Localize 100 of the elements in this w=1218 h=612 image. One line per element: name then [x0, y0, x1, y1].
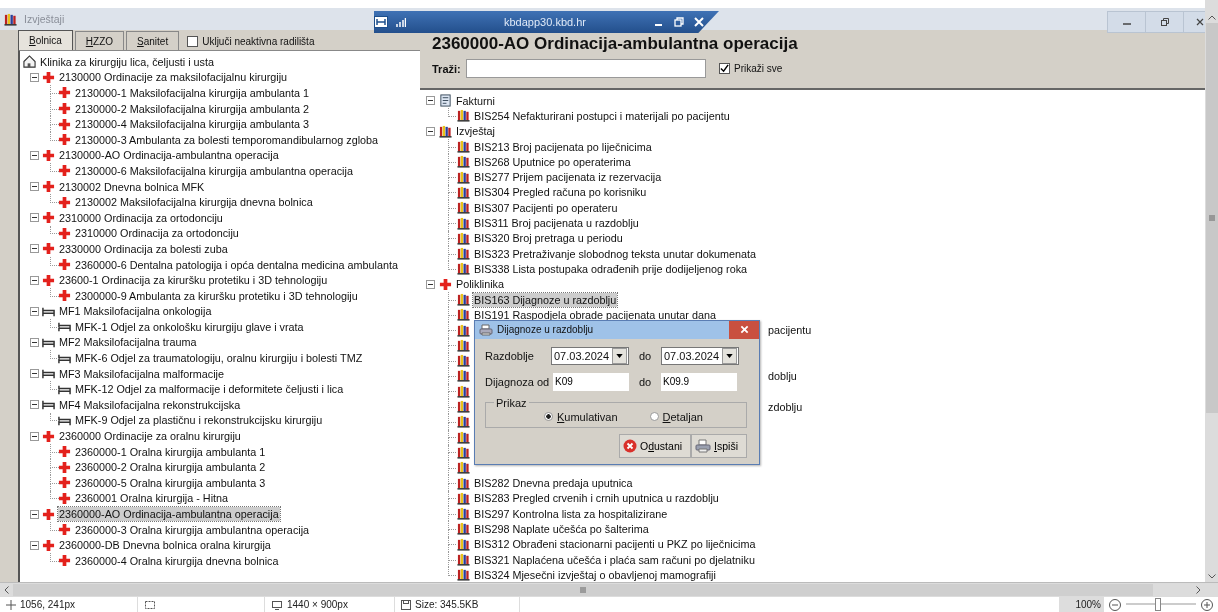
tree-item[interactable]: BIS311 Broj pacijenata u razdoblju	[473, 216, 640, 230]
close-icon[interactable]	[694, 17, 704, 27]
tree-item[interactable]: MF3 Maksilofacijalna malformacije	[58, 366, 225, 381]
tree-item[interactable]: Klinika za kirurgiju lica, čeljusti i usta	[39, 54, 215, 69]
tree-item[interactable]: MF1 Maksilofacijalna onkologija	[58, 304, 213, 319]
tree-item[interactable]: MFK-6 Odjel za traumatologiju, oralnu kirurgiju i bolesti TMZ	[74, 351, 364, 366]
restore-button[interactable]	[1145, 11, 1183, 33]
tree-item[interactable]: 2360000-DB Dnevna bolnica oralna kirurgija	[58, 538, 272, 553]
collapse-toggle[interactable]	[29, 369, 39, 379]
scroll-thumb[interactable]	[1205, 23, 1218, 413]
tree-item[interactable]: BIS282 Dnevna predaja uputnica	[473, 476, 634, 491]
tree-item[interactable]: BIS191 Raspodjela obrade pacijenata unutar dana	[473, 307, 717, 322]
restore-icon[interactable]	[674, 17, 684, 27]
tree-item[interactable]: BIS304 Pregled računa po korisniku	[473, 185, 648, 200]
collapse-toggle[interactable]	[29, 306, 39, 316]
scroll-right-icon[interactable]	[1196, 586, 1201, 594]
tree-item[interactable]: 2360000-6 Dentalna patologija i opća dentalna medicina ambulanta	[74, 257, 399, 272]
tree-item[interactable]: MF4 Maksilofacijalna rekonstrukcijska	[58, 397, 242, 412]
date-to-dropdown[interactable]: 07.03.2024	[661, 346, 739, 365]
tree-item[interactable]: 2130000-4 Maksilofacijalna kirurgija ambulanta 3	[74, 117, 311, 132]
tree-item[interactable]: 2360001 Oralna kirurgija - Hitna	[74, 491, 230, 506]
close-button[interactable]	[1183, 11, 1205, 33]
slider-thumb[interactable]	[1154, 598, 1161, 611]
tree-item[interactable]: 2130000-3 Ambulanta za bolesti temporomandibularnog zgloba	[74, 132, 380, 147]
checkbox[interactable]	[187, 35, 199, 47]
collapse-toggle[interactable]	[29, 182, 39, 192]
tree-item[interactable]: Izvještaj	[455, 124, 496, 139]
diagnosis-to-field[interactable]: K09.9	[661, 372, 737, 391]
scroll-up-icon[interactable]	[1207, 15, 1216, 20]
tree-item[interactable]: BIS268 Uputnice po operaterima	[473, 154, 632, 169]
tree-item[interactable]: BIS298 Naplate učešća po šalterima	[473, 521, 650, 536]
tree-item[interactable]: BIS307 Pacijenti po operateru	[473, 200, 619, 215]
tree-item[interactable]: 2310000 Ordinacija za ortodonciju	[58, 210, 224, 225]
tree-item[interactable]: 2360000-1 Oralna kirurgija ambulanta 1	[74, 444, 267, 459]
close-button[interactable]	[729, 320, 759, 339]
tree-item[interactable]: 2360000-3 Oralna kirurgija ambulantna operacija	[74, 522, 311, 537]
tree-item[interactable]: 2130000-1 Maksilofacijalna kirurgija ambulanta 1	[74, 86, 311, 100]
checkbox[interactable]	[719, 63, 730, 74]
tree-item[interactable]: BIS283 Pregled crvenih i crnih uputnica u razdoblju	[473, 491, 720, 506]
tree-item[interactable]: BIS254 Nefakturirani postupci i materijali po pacijentu	[473, 108, 731, 123]
tree-item[interactable]: BIS277 Prijem pacijenata iz rezervacija	[473, 170, 663, 185]
tree-item[interactable]: BIS163 Dijagnoze u razdoblju	[473, 292, 618, 307]
tree-item[interactable]: BIS297 Kontrolna lista za hospitalizirane	[473, 506, 669, 521]
tree-item[interactable]: 2130002 Dnevna bolnica MFK	[58, 179, 206, 194]
vertical-scrollbar[interactable]	[1205, 0, 1218, 582]
print-button[interactable]: Ispiši	[691, 433, 747, 458]
tree-item[interactable]: MFK-9 Odjel za plastičnu i rekonstrukcijsku kirurgiju	[74, 413, 324, 428]
tree-item[interactable]: BIS324 Mjesečni izvještaj o obavljenoj mamografiji	[473, 567, 717, 582]
radio-button[interactable]	[649, 412, 659, 421]
collapse-toggle[interactable]	[29, 275, 39, 285]
collapse-toggle[interactable]	[29, 509, 39, 519]
collapse-toggle[interactable]	[29, 72, 39, 82]
tree-item[interactable]: Fakturni	[455, 93, 496, 108]
tree-item[interactable]: MFK-12 Odjel za malformacije i deformitete čeljusti i lica	[74, 382, 345, 397]
zoom-in-icon[interactable]	[1201, 598, 1213, 611]
tab[interactable]: HZZO	[74, 31, 125, 50]
horizontal-scrollbar[interactable]	[0, 582, 1218, 597]
collapse-toggle[interactable]	[425, 126, 435, 136]
tree-item[interactable]: 2310000 Ordinacija za ortodonciju	[74, 226, 240, 241]
tree-item[interactable]: 2360000-4 Oralna kirurgija dnevna bolnica	[74, 553, 280, 568]
collapse-toggle[interactable]	[29, 540, 39, 550]
tree-item[interactable]: 2360000-5 Oralna kirurgija ambulanta 3	[74, 475, 267, 490]
scroll-down-icon[interactable]	[1207, 574, 1216, 579]
collapse-toggle[interactable]	[29, 400, 39, 410]
scroll-left-icon[interactable]	[4, 586, 9, 594]
tree-item[interactable]: 2330000 Ordinacija za bolesti zuba	[58, 241, 229, 256]
tree-item[interactable]: 2360000 Ordinacije za oralnu kirurgiju	[58, 429, 242, 444]
tree-item[interactable]: BIS321 Naplaćena učešća i plaća sam računi po djelatniku	[473, 552, 756, 567]
tree-item[interactable]: MF2 Maksilofacijalna trauma	[58, 335, 198, 350]
tab[interactable]: Bolnica	[18, 30, 73, 50]
tab[interactable]: Sanitet	[126, 31, 180, 50]
collapse-toggle[interactable]	[29, 338, 39, 347]
zoom-out-icon[interactable]	[1109, 598, 1121, 611]
search-field[interactable]	[466, 59, 706, 78]
tree-item[interactable]: BIS320 Broj pretraga u periodu	[473, 231, 624, 246]
collapse-toggle[interactable]	[425, 279, 435, 289]
tree-item[interactable]: 23600-1 Ordinacija za kiruršku protetiku i 3D tehnologiju	[58, 273, 329, 288]
tree-item[interactable]: Poliklinika	[455, 277, 505, 292]
date-from-dropdown[interactable]: 07.03.2024	[551, 346, 629, 365]
tree-item[interactable]: 2360000-2 Oralna kirurgija ambulanta 2	[74, 460, 267, 475]
tree-item[interactable]: BIS338 Lista postupaka odrađenih prije dodijeljenog roka	[473, 261, 749, 276]
tree-item[interactable]: 2360000-AO Ordinacija-ambulantna operacija	[58, 507, 280, 521]
collapse-toggle[interactable]	[29, 213, 39, 223]
collapse-toggle[interactable]	[29, 431, 39, 441]
scroll-thumb[interactable]	[13, 584, 1153, 596]
tree-item[interactable]: 2130000 Ordinacije za maksilofacijalnu kirurgiju	[58, 70, 289, 85]
cancel-button[interactable]: Odustani	[619, 433, 692, 458]
tree-item[interactable]: 2130002 Maksilofacijalna kirurgija dnevna bolnica	[74, 195, 314, 210]
collapse-toggle[interactable]	[425, 96, 435, 106]
tree-item[interactable]: 2130000-6 Maksilofacijalna kirurgija ambulantna operacija	[74, 163, 354, 178]
tree-item[interactable]: BIS323 Pretraživanje slobodnog teksta unutar dokumenata	[473, 246, 758, 261]
collapse-toggle[interactable]	[29, 244, 39, 254]
tree-item[interactable]: 2300000-9 Ambulanta za kiruršku protetiku i 3D tehnologiju	[74, 288, 359, 303]
collapse-toggle[interactable]	[29, 150, 39, 160]
tree-item[interactable]: 2130000-AO Ordinacija-ambulantna operacija	[58, 148, 280, 163]
diagnosis-from-field[interactable]: K09	[553, 372, 629, 391]
tree-item[interactable]: 2130000-2 Maksilofacijalna kirurgija ambulanta 2	[74, 101, 311, 116]
tree-item[interactable]: BIS213 Broj pacijenata po liječnicima	[473, 139, 653, 154]
tree-item[interactable]: BIS312 Obrađeni stacionarni pacijenti u PKZ po liječnicima	[473, 537, 757, 552]
tree-item[interactable]: MFK-1 Odjel za onkološku kirurgiju glave i vrata	[74, 319, 305, 334]
